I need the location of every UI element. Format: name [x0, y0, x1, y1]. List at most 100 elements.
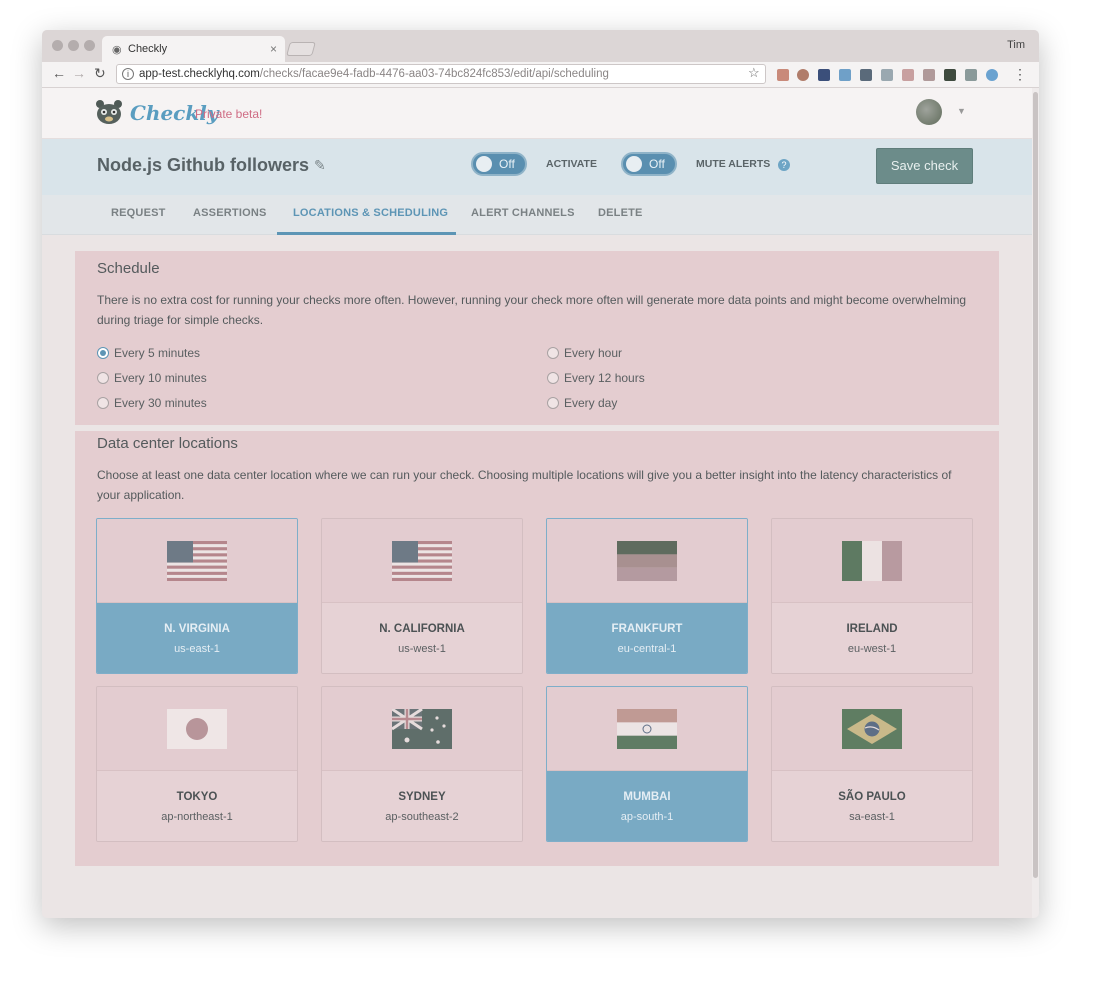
extension-icon[interactable]	[797, 69, 809, 81]
active-tab-indicator	[277, 232, 456, 235]
location-region: ap-southeast-2	[385, 811, 459, 823]
browser-toolbar: ← → ↻ i app-test.checklyhq.com/checks/fac…	[42, 62, 1039, 88]
locations-description: Choose at least one data center location…	[97, 468, 952, 502]
location-card-n-california[interactable]: N. CALIFORNIA us-west-1	[321, 518, 523, 674]
reload-icon[interactable]: ↻	[94, 65, 106, 82]
browser-menu-icon[interactable]: ⋮	[1013, 66, 1027, 83]
chevron-down-icon[interactable]: ▼	[957, 106, 966, 116]
bookmark-star-icon[interactable]: ☆	[748, 65, 760, 81]
extension-icon[interactable]	[777, 69, 789, 81]
japan-flag-icon	[167, 709, 227, 749]
mute-alerts-label: MUTE ALERTS	[696, 158, 771, 170]
pencil-icon[interactable]: ✎	[314, 157, 326, 174]
checkly-favicon-icon: ◉	[112, 44, 122, 56]
scrollbar-thumb[interactable]	[1033, 92, 1038, 878]
url-host: app-test.checklyhq.com	[139, 68, 260, 80]
url-path: /checks/facae9e4-fadb-4476-aa03-74bc824f…	[259, 68, 609, 80]
australia-flag-icon	[392, 709, 452, 749]
location-name: MUMBAI	[623, 791, 671, 803]
extension-icon[interactable]	[860, 69, 872, 81]
activate-toggle-state: Off	[499, 157, 515, 171]
site-info-icon[interactable]: i	[122, 68, 134, 80]
check-header-bar: Node.js Github followers ✎ Off ACTIVATE …	[42, 139, 1032, 195]
browser-user-name[interactable]: Tim	[1007, 39, 1025, 51]
location-card-ireland[interactable]: IRELAND eu-west-1	[771, 518, 973, 674]
location-card-mumbai[interactable]: MUMBAI ap-south-1	[546, 686, 748, 842]
radio-icon[interactable]	[97, 372, 109, 384]
window-zoom-control[interactable]	[84, 40, 95, 51]
germany-flag-icon	[617, 541, 677, 581]
activate-toggle[interactable]: Off	[471, 152, 527, 176]
new-tab-button[interactable]	[286, 42, 316, 56]
extension-icon[interactable]	[986, 69, 998, 81]
browser-tab[interactable]: ◉ Checkly ×	[102, 36, 285, 62]
back-arrow-icon[interactable]: ←	[52, 65, 66, 81]
browser-tab-strip: ◉ Checkly × Tim	[42, 30, 1039, 62]
location-card-tokyo[interactable]: TOKYO ap-northeast-1	[96, 686, 298, 842]
location-region: us-west-1	[398, 643, 446, 655]
extension-icon[interactable]	[818, 69, 830, 81]
schedule-panel: Schedule There is no extra cost for runn…	[75, 251, 999, 425]
location-region: eu-central-1	[617, 643, 677, 655]
app-header: Checkly Private beta! ▼	[42, 88, 1032, 139]
mute-toggle-state: Off	[649, 157, 665, 171]
location-name: SÃO PAULO	[838, 791, 906, 803]
user-avatar[interactable]	[916, 99, 942, 125]
check-title: Node.js Github followers	[97, 155, 310, 175]
brazil-flag-icon	[842, 709, 902, 749]
tab-alert-channels[interactable]: ALERT CHANNELS	[471, 207, 575, 219]
locations-panel: Data center locations Choose at least on…	[75, 431, 999, 866]
window-minimize-control[interactable]	[68, 40, 79, 51]
beta-badge: Private beta!	[195, 107, 263, 121]
browser-window: ◉ Checkly × Tim ← → ↻ i app-test.checklyh…	[42, 30, 1039, 918]
extension-icon[interactable]	[839, 69, 851, 81]
location-region: us-east-1	[174, 643, 220, 655]
extension-icon[interactable]	[965, 69, 977, 81]
radio-icon[interactable]	[547, 347, 559, 359]
location-name: TOKYO	[176, 791, 218, 803]
location-name: IRELAND	[846, 623, 898, 635]
location-name: N. CALIFORNIA	[379, 623, 465, 635]
check-tabs: REQUEST ASSERTIONS LOCATIONS & SCHEDULIN…	[42, 195, 1032, 235]
location-card-sydney[interactable]: SYDNEY ap-southeast-2	[321, 686, 523, 842]
schedule-description: There is no extra cost for running your …	[97, 293, 967, 327]
location-region: eu-west-1	[847, 643, 897, 655]
location-name: N. VIRGINIA	[164, 623, 230, 635]
forward-arrow-icon[interactable]: →	[72, 65, 86, 81]
extension-icon[interactable]	[923, 69, 935, 81]
radio-icon[interactable]	[97, 397, 109, 409]
tab-assertions[interactable]: ASSERTIONS	[193, 207, 267, 219]
address-bar[interactable]: i app-test.checklyhq.com/checks/facae9e4-…	[116, 64, 766, 84]
page-scrollbar[interactable]	[1032, 88, 1039, 918]
activate-label: ACTIVATE	[546, 158, 597, 170]
toggle-knob	[626, 156, 642, 172]
extension-icon[interactable]	[902, 69, 914, 81]
us-flag-icon	[167, 541, 227, 581]
location-region: ap-northeast-1	[161, 811, 233, 823]
location-region: sa-east-1	[849, 811, 895, 823]
radio-selected-icon[interactable]	[97, 347, 109, 359]
extension-icon[interactable]	[881, 69, 893, 81]
location-name: FRANKFURT	[611, 623, 683, 635]
us-flag-icon	[392, 541, 452, 581]
window-close-control[interactable]	[52, 40, 63, 51]
save-check-button[interactable]: Save check	[876, 148, 973, 184]
extension-icon[interactable]	[944, 69, 956, 81]
location-name: SYDNEY	[398, 791, 446, 803]
location-card-n-virginia[interactable]: N. VIRGINIA us-east-1	[96, 518, 298, 674]
tab-request[interactable]: REQUEST	[111, 207, 166, 219]
toggle-knob	[476, 156, 492, 172]
location-card-frankfurt[interactable]: FRANKFURT eu-central-1	[546, 518, 748, 674]
tab-delete[interactable]: DELETE	[598, 207, 643, 219]
tab-locations-scheduling[interactable]: LOCATIONS & SCHEDULING	[293, 207, 448, 219]
ireland-flag-icon	[842, 541, 902, 581]
location-region: ap-south-1	[620, 811, 674, 823]
close-tab-icon[interactable]: ×	[270, 42, 277, 56]
mute-alerts-toggle[interactable]: Off	[621, 152, 677, 176]
radio-icon[interactable]	[547, 372, 559, 384]
checkly-logo-icon[interactable]	[95, 99, 123, 125]
location-card-sao-paulo[interactable]: SÃO PAULO sa-east-1	[771, 686, 973, 842]
help-icon[interactable]: ?	[778, 159, 790, 171]
radio-icon[interactable]	[547, 397, 559, 409]
browser-tab-title: Checkly	[128, 43, 168, 55]
